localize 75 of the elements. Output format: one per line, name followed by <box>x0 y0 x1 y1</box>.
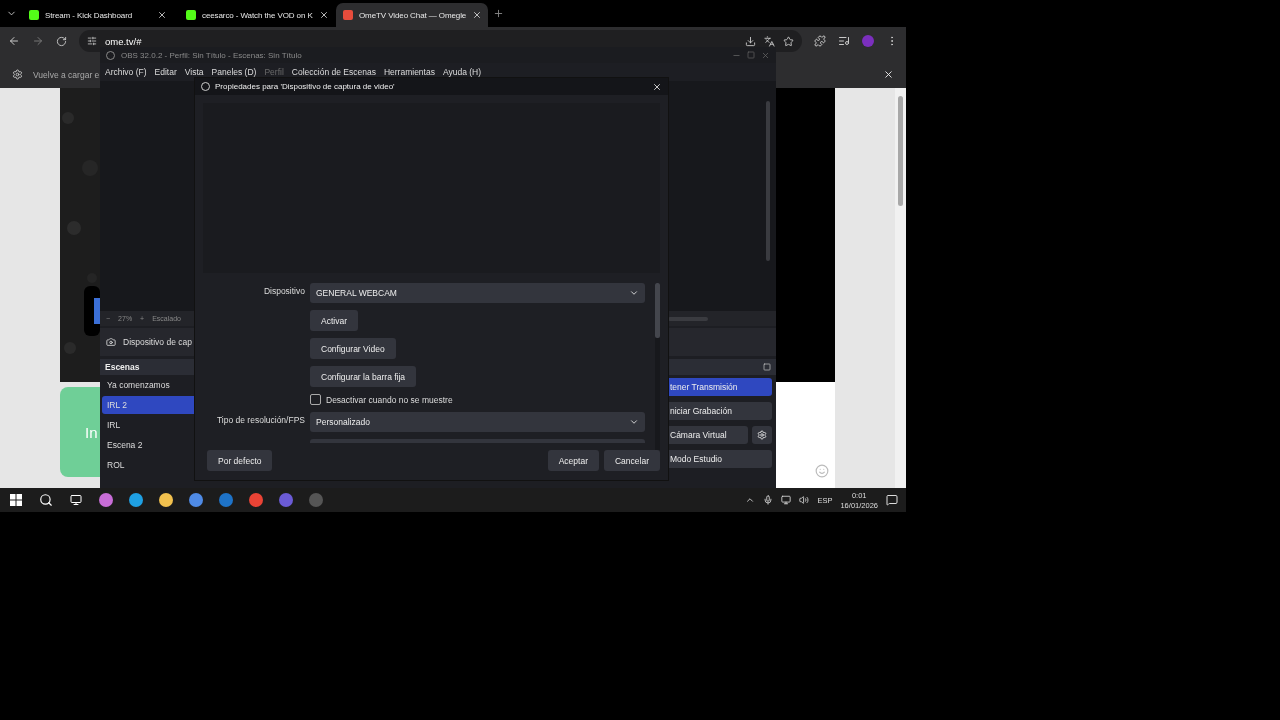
app-icon[interactable] <box>98 492 114 508</box>
control-button[interactable]: Modo Estudio <box>668 450 772 468</box>
app-icon[interactable] <box>188 492 204 508</box>
close-icon[interactable] <box>472 10 483 20</box>
dialog-title: Propiedades para 'Dispositivo de captura de video' <box>215 82 396 91</box>
dialog-button[interactable]: Cancelar <box>603 450 660 471</box>
settings-button[interactable] <box>752 426 772 444</box>
browser-tab[interactable]: ceesarco - Watch the VOD on K <box>179 3 331 27</box>
scene-item[interactable]: ROL <box>102 456 195 474</box>
app-logo-icon <box>106 50 115 60</box>
caret-icon <box>629 288 639 298</box>
site-icon <box>343 10 353 20</box>
dropdown[interactable]: GENERAL WEBCAM <box>310 283 645 303</box>
dropdown[interactable]: Personalizado <box>310 412 645 432</box>
back-icon[interactable] <box>8 35 20 47</box>
close-icon[interactable] <box>318 10 329 20</box>
field-label: Tipo de resolución/FPS <box>215 414 305 427</box>
scene-item[interactable]: Ya comenzamos <box>102 376 195 394</box>
menu-item[interactable]: Ayuda (H) <box>442 67 482 77</box>
dialog-button[interactable]: Por defecto <box>207 450 273 471</box>
speaker-icon[interactable] <box>799 495 810 505</box>
settings-icon <box>12 69 23 80</box>
app-icon[interactable] <box>248 492 264 508</box>
scene-item[interactable]: Escena 2 <box>102 436 195 454</box>
app-logo-icon <box>201 82 210 91</box>
site-icon <box>186 10 196 20</box>
dialog-button[interactable]: Configurar la barra fija <box>310 366 417 387</box>
scene-item[interactable]: IRL 2 <box>102 396 195 414</box>
site-settings-icon[interactable] <box>87 36 97 46</box>
puzzle-icon[interactable] <box>814 35 826 47</box>
notifications-icon[interactable] <box>886 494 898 506</box>
microphone-icon[interactable] <box>763 495 774 505</box>
close-icon[interactable] <box>652 81 662 92</box>
control-button[interactable]: niciar Grabación <box>668 402 772 420</box>
scrollbar[interactable] <box>895 88 906 488</box>
media-icon[interactable] <box>838 35 850 47</box>
install-icon[interactable] <box>745 35 756 47</box>
app-icon[interactable] <box>128 492 144 508</box>
field-label: Dispositivo <box>262 285 305 298</box>
site-icon <box>29 10 39 20</box>
control-button[interactable]: tener Transmisión <box>668 378 772 396</box>
close-icon[interactable] <box>883 69 894 80</box>
translate-icon[interactable] <box>764 35 775 47</box>
search-icon[interactable] <box>38 492 54 508</box>
scrollbar[interactable] <box>655 283 660 450</box>
chevron-up-icon[interactable] <box>745 495 756 505</box>
settings-icon <box>757 430 767 440</box>
menu-item[interactable]: Paneles (D) <box>211 67 257 77</box>
checkbox-label: Desactivar cuando no se muestre <box>326 394 453 405</box>
reload-icon[interactable] <box>56 35 67 47</box>
star-icon[interactable] <box>783 35 794 47</box>
close-icon[interactable] <box>157 10 167 20</box>
menu-item[interactable]: Vista <box>184 67 204 77</box>
menu-item[interactable]: Editar <box>154 67 177 77</box>
caret-icon <box>629 417 639 427</box>
window-title: OBS 32.0.2 - Perfil: Sin Título - Escenas: Sin Título <box>121 50 303 60</box>
undock-icon[interactable] <box>763 363 771 371</box>
dialog-button[interactable]: Activar <box>310 310 358 331</box>
dialog-button[interactable]: Configurar Video <box>310 338 396 359</box>
scrollbar[interactable] <box>668 311 776 326</box>
scene-item[interactable]: IRL <box>102 416 195 434</box>
panel-title: Escenas <box>105 362 140 372</box>
camera-icon <box>106 337 116 347</box>
windows-logo-icon[interactable] <box>8 492 24 508</box>
menu-item[interactable]: Herramientas <box>383 67 435 77</box>
app-icon[interactable] <box>158 492 174 508</box>
browser-tab[interactable]: OmeTV Video Chat — Omegle <box>336 3 488 27</box>
infobar-text: Vuelve a cargar e <box>33 69 100 80</box>
dialog-button[interactable]: Aceptar <box>547 450 599 471</box>
control-button[interactable]: Cámara Virtual <box>668 426 748 444</box>
menu-item[interactable]: Colección de Escenas <box>291 67 376 77</box>
checkbox[interactable] <box>310 394 321 405</box>
browser-tab[interactable]: Stream - Kick Dashboard <box>22 3 174 27</box>
menu-item[interactable]: Archivo (F) <box>105 67 147 77</box>
new-tab-icon[interactable] <box>493 8 504 19</box>
